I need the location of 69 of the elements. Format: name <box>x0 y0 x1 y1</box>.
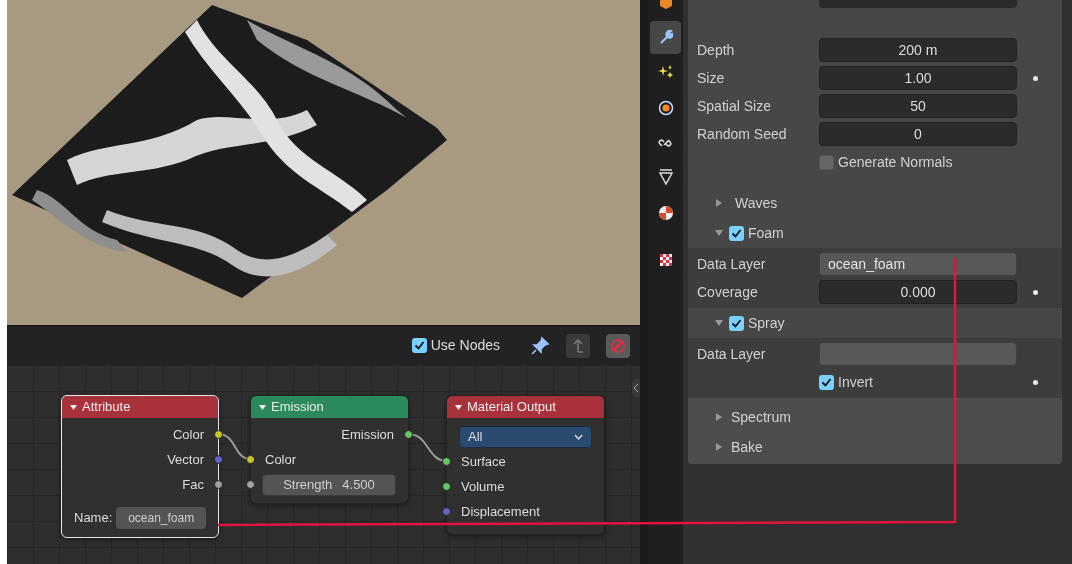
socket[interactable] <box>246 480 255 489</box>
socket-label: Displacement <box>461 502 540 521</box>
number-field[interactable]: 0.000 <box>819 280 1017 304</box>
field-label: Coverage <box>696 282 759 302</box>
caret-icon <box>574 433 583 440</box>
text-field[interactable]: ocean_foam <box>819 252 1017 276</box>
node[interactable]: Emission Emission Color Strength 4.500 <box>251 396 408 503</box>
checkbox-label: Use Nodes <box>430 336 500 355</box>
socket[interactable] <box>246 455 255 464</box>
checkbox[interactable] <box>729 315 744 331</box>
text-field[interactable] <box>819 342 1017 366</box>
panel-header[interactable]: Spectrum <box>731 406 791 428</box>
subpanel-header[interactable]: Spray <box>748 312 785 334</box>
checkbox[interactable] <box>729 225 744 241</box>
socket[interactable] <box>442 482 451 491</box>
socket-label: Color <box>265 450 297 469</box>
name-field[interactable]: ocean_foam <box>116 507 206 529</box>
field-label: Random Seed <box>696 124 788 144</box>
collapse-arrow-icon[interactable] <box>70 404 77 410</box>
socket-label: Fac <box>182 475 204 494</box>
checkbox[interactable] <box>819 374 834 390</box>
collapse-arrow-icon[interactable] <box>455 404 462 410</box>
collapse-arrow-icon[interactable] <box>259 404 266 410</box>
node-header[interactable]: Emission <box>251 396 408 418</box>
socket-label: Emission <box>341 425 394 444</box>
field-label: Data Layer <box>696 254 767 274</box>
value-field[interactable]: Strength 4.500 <box>262 473 396 496</box>
panel-header[interactable]: Bake <box>731 436 763 458</box>
dropdown[interactable]: All <box>459 425 592 448</box>
field-label: Data Layer <box>696 344 767 364</box>
socket-label: Color <box>172 425 204 444</box>
slashed-circle-icon <box>610 337 626 354</box>
socket[interactable] <box>214 480 223 489</box>
slot-button[interactable] <box>606 333 630 358</box>
expanded-arrow-icon[interactable] <box>713 230 725 236</box>
node-header[interactable]: Material Output <box>447 396 604 418</box>
number-field[interactable]: 0 <box>819 122 1017 146</box>
socket-label: Vector <box>167 450 204 469</box>
field-label: Spatial Size <box>696 96 772 116</box>
field-label: Size <box>696 68 726 88</box>
node-header[interactable]: Attribute <box>62 396 218 418</box>
number-field[interactable]: 200 m <box>819 38 1017 62</box>
socket[interactable] <box>214 430 223 439</box>
field-label: Depth <box>696 40 736 60</box>
number-field[interactable] <box>819 0 1017 8</box>
parent-node-button[interactable] <box>566 333 590 358</box>
node-title: Emission <box>271 398 324 417</box>
up-arrow-icon <box>571 337 585 354</box>
socket-label: Surface <box>461 452 506 471</box>
number-field[interactable]: 50 <box>819 94 1017 118</box>
chevron-left-icon <box>633 383 639 393</box>
checkbox[interactable] <box>819 154 834 170</box>
expanded-arrow-icon[interactable] <box>713 320 725 326</box>
number-field[interactable]: 1.00 <box>819 66 1017 90</box>
socket-label: Volume <box>461 477 505 496</box>
node[interactable]: Attribute Color Vector Fac Name: ocean_foam <box>62 396 218 537</box>
socket[interactable] <box>442 457 451 466</box>
checkbox[interactable] <box>411 338 427 353</box>
field-label: Name: <box>74 509 113 528</box>
node-title: Material Output <box>467 398 556 417</box>
node-title: Attribute <box>82 398 131 417</box>
socket[interactable] <box>404 430 413 439</box>
pin-icon[interactable] <box>530 335 550 356</box>
checkbox-label: Generate Normals <box>838 152 953 172</box>
node[interactable]: Material Output All Surface Volume Displacement <box>447 396 604 534</box>
subpanel-header[interactable]: Foam <box>748 222 784 244</box>
sidebar-toggle[interactable] <box>632 379 640 397</box>
subpanel-header[interactable]: Waves <box>735 192 778 214</box>
checkbox-label: Invert <box>838 372 873 392</box>
